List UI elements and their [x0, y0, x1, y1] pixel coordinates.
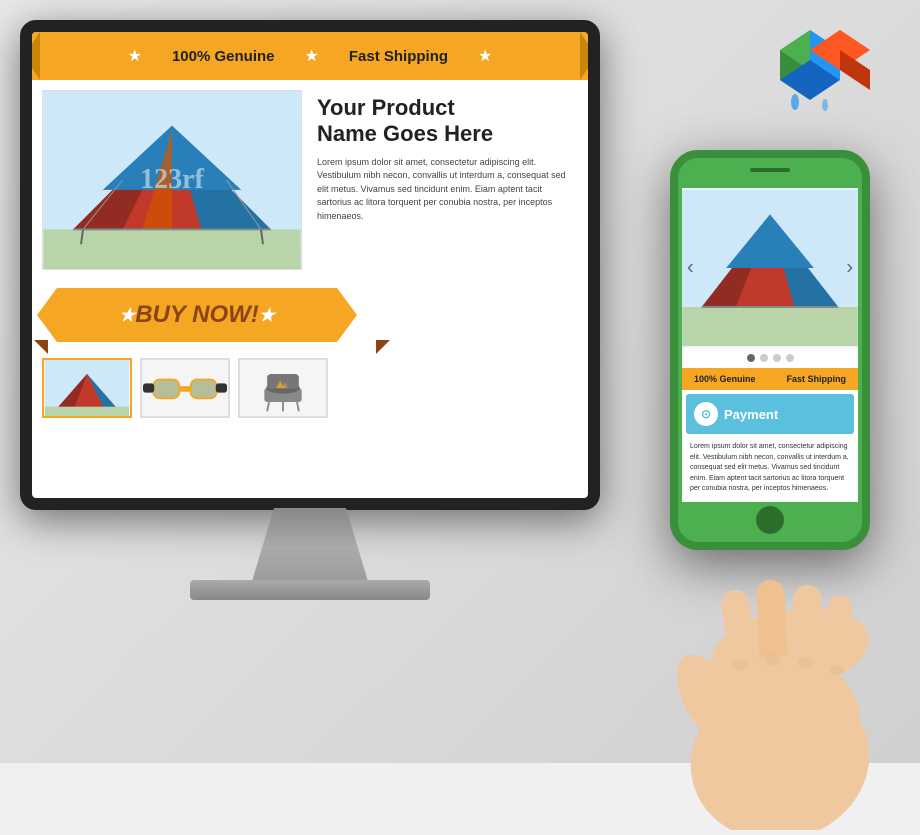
banner-badge-1: 100% Genuine [172, 48, 275, 65]
tent-illustration [43, 91, 301, 269]
monitor: ★ 100% Genuine ★ Fast Shipping ★ [20, 20, 640, 620]
star-buy-right: ★ [259, 305, 275, 326]
buy-now-label: BUY NOW! [135, 301, 259, 329]
buy-now-button[interactable]: ★ BUY NOW! ★ [37, 288, 357, 342]
thumbnail-row [32, 350, 588, 426]
phone-tent-illustration [682, 190, 858, 346]
screen-product-area: 123rf Your Product Name Goes Here Lorem … [32, 80, 588, 280]
phone-banner-badge-1: 100% Genuine [694, 374, 756, 384]
banner-ribbon-left [32, 32, 40, 80]
dot-2 [760, 354, 768, 362]
monitor-stand [250, 508, 370, 588]
phone-screen: ‹ › 100% Genuine Fast Shipping ⊙ Payme [682, 188, 858, 502]
product-image: 123rf [42, 90, 302, 270]
phone-carousel-dots [682, 348, 858, 368]
product-description: Lorem ipsum dolor sit amet, consectetur … [317, 156, 573, 224]
monitor-screen: ★ 100% Genuine ★ Fast Shipping ★ [32, 32, 588, 498]
payment-icon: ⊙ [694, 402, 718, 426]
payment-title: Payment [724, 407, 778, 422]
monitor-body: ★ 100% Genuine ★ Fast Shipping ★ [20, 20, 600, 510]
star-icon-3: ★ [478, 46, 492, 66]
phone-banner-badge-2: Fast Shipping [787, 374, 847, 384]
phone: ‹ › 100% Genuine Fast Shipping ⊙ Payme [670, 150, 890, 590]
phone-payment-header: ⊙ Payment [686, 394, 854, 434]
phone-speaker [750, 168, 790, 172]
star-buy-left: ★ [119, 305, 135, 326]
phone-nav-left[interactable]: ‹ [687, 257, 694, 280]
thumbnail-1[interactable] [42, 358, 132, 418]
cube-decoration [750, 20, 870, 120]
star-icon-2: ★ [305, 46, 319, 66]
payment-icon-symbol: ⊙ [701, 407, 711, 421]
thumbnail-3[interactable] [238, 358, 328, 418]
phone-nav-right[interactable]: › [846, 257, 853, 280]
banner-badge-2: Fast Shipping [349, 48, 448, 65]
product-title: Your Product Name Goes Here [317, 95, 573, 148]
star-icon-1: ★ [128, 46, 142, 66]
banner-ribbon-right [580, 32, 588, 80]
dot-3 [773, 354, 781, 362]
monitor-base [190, 580, 430, 600]
product-info: Your Product Name Goes Here Lorem ipsum … [312, 90, 578, 270]
phone-banner: 100% Genuine Fast Shipping [682, 368, 858, 390]
thumbnail-2[interactable] [140, 358, 230, 418]
screen-banner: ★ 100% Genuine ★ Fast Shipping ★ [32, 32, 588, 80]
dot-1 [747, 354, 755, 362]
dot-4 [786, 354, 794, 362]
buy-now-section: ★ BUY NOW! ★ [32, 280, 588, 350]
hand [630, 480, 910, 830]
phone-product-image: ‹ › [682, 188, 858, 348]
